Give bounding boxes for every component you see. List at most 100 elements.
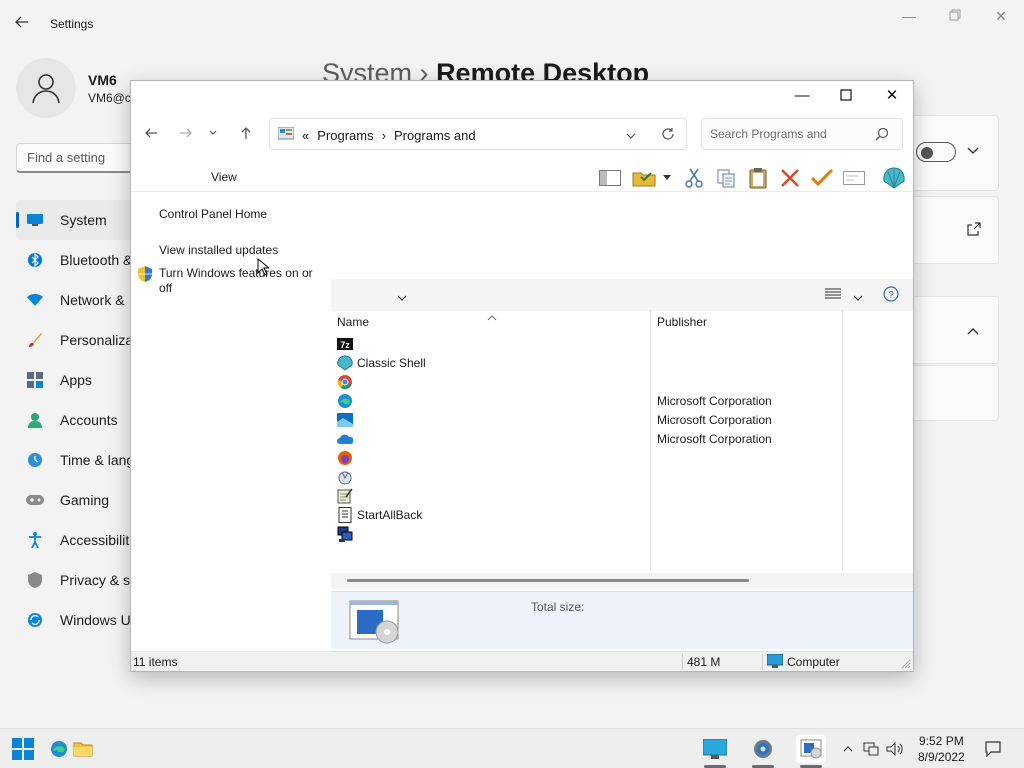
forward-arrow-icon[interactable] xyxy=(174,121,198,145)
checkmark-icon[interactable] xyxy=(809,166,835,190)
apps-icon xyxy=(26,371,44,389)
back-arrow-icon[interactable] xyxy=(14,14,34,34)
column-header-name[interactable]: Name xyxy=(337,315,369,329)
preview-pane-icon[interactable] xyxy=(597,166,623,190)
close-icon[interactable]: ✕ xyxy=(869,81,915,109)
view-options-icon[interactable] xyxy=(825,288,841,303)
nav-item-label: Network & xyxy=(60,292,125,308)
network-icon[interactable] xyxy=(860,735,882,763)
nav-item-windows-update[interactable]: Windows U xyxy=(16,600,136,640)
program-publisher: Microsoft Corporation xyxy=(657,393,772,408)
program-row[interactable] xyxy=(337,524,837,543)
program-row[interactable] xyxy=(337,372,837,391)
address-bar[interactable]: « Programs › Programs and xyxy=(269,118,687,150)
chevron-up-icon[interactable] xyxy=(838,735,858,763)
notification-icon[interactable] xyxy=(978,735,1008,763)
nav-item-label: Accounts xyxy=(60,412,118,428)
command-bar: View xyxy=(131,162,913,192)
settings-gear-icon[interactable] xyxy=(748,735,778,768)
nav-item-accounts[interactable]: Accounts xyxy=(16,400,136,440)
control-panel-home-link[interactable]: Control Panel Home xyxy=(159,207,267,221)
search-icon[interactable] xyxy=(875,127,889,144)
program-row[interactable] xyxy=(337,486,837,505)
up-arrow-icon[interactable] xyxy=(234,121,258,145)
minimize-icon[interactable]: — xyxy=(896,8,922,26)
bluetooth-icon xyxy=(26,251,44,269)
nav-item-apps[interactable]: Apps xyxy=(16,360,136,400)
program-name: StartAllBack xyxy=(357,507,423,522)
clock-icon xyxy=(26,451,44,469)
resize-grip-icon[interactable] xyxy=(901,658,911,672)
program-row[interactable]: 7z xyxy=(337,334,837,353)
minimize-icon[interactable]: — xyxy=(779,81,825,109)
programs-features-taskbar-icon[interactable] xyxy=(796,735,826,768)
paste-icon[interactable] xyxy=(745,166,771,190)
scrollbar-thumb[interactable] xyxy=(347,579,749,582)
program-row[interactable]: StartAllBack xyxy=(337,505,837,524)
close-icon[interactable]: ✕ xyxy=(988,8,1014,26)
restore-icon[interactable] xyxy=(942,8,968,26)
find-setting-input[interactable]: Find a setting xyxy=(16,143,136,173)
program-row[interactable]: Microsoft Corporation xyxy=(337,410,837,429)
column-header-publisher[interactable]: Publisher xyxy=(657,315,707,329)
nav-item-bluetooth[interactable]: Bluetooth & xyxy=(16,240,136,280)
remote-desktop-toggle[interactable] xyxy=(916,142,956,162)
rename-icon[interactable] xyxy=(841,166,867,190)
chevron-down-icon[interactable] xyxy=(966,144,980,161)
program-row[interactable] xyxy=(337,448,837,467)
start-button-icon[interactable] xyxy=(8,735,38,763)
breadcrumb-item-programs[interactable]: Programs xyxy=(317,128,373,143)
nav-item-privacy[interactable]: Privacy & se xyxy=(16,560,136,600)
cut-icon[interactable] xyxy=(681,166,707,190)
user-name: VM6 xyxy=(88,72,117,88)
recent-locations-chevron-icon[interactable] xyxy=(205,121,221,145)
settings-link-card[interactable] xyxy=(900,196,999,264)
volume-icon[interactable] xyxy=(884,735,906,763)
program-row[interactable] xyxy=(337,467,837,486)
nav-item-time-language[interactable]: Time & lang xyxy=(16,440,136,480)
list-toolbar: ? xyxy=(331,279,913,311)
expander-card[interactable] xyxy=(900,296,999,364)
file-explorer-icon[interactable] xyxy=(68,735,98,763)
status-bar: 11 items 481 M Computer xyxy=(131,651,913,671)
windows-features-link[interactable]: Turn Windows features on or off xyxy=(159,266,319,296)
copy-icon[interactable] xyxy=(713,166,739,190)
open-external-icon[interactable] xyxy=(967,222,981,239)
details-pane: Total size: xyxy=(331,591,913,649)
maximize-icon[interactable] xyxy=(823,81,869,109)
chrome-icon xyxy=(337,374,353,390)
nav-item-system[interactable]: System xyxy=(16,200,136,240)
view-menu[interactable]: View xyxy=(211,170,237,184)
clock-time: 9:52 PM xyxy=(919,734,964,748)
startallback-icon xyxy=(337,506,353,523)
program-row[interactable]: Classic Shell xyxy=(337,353,837,372)
back-arrow-icon[interactable] xyxy=(139,121,163,145)
breadcrumb-item-programs-and-features[interactable]: Programs and xyxy=(394,128,476,143)
nav-item-network[interactable]: Network & xyxy=(16,280,136,320)
search-input[interactable]: Search Programs and xyxy=(701,118,903,150)
program-row[interactable]: Microsoft Corporation xyxy=(337,391,837,410)
help-icon[interactable]: ? xyxy=(883,286,899,305)
chevron-right-icon[interactable]: › xyxy=(382,128,386,143)
remote-desktop-taskbar-icon[interactable] xyxy=(700,735,730,768)
tasks-pane: Control Panel Home View installed update… xyxy=(131,193,329,648)
view-options-chevron-icon[interactable] xyxy=(853,290,863,305)
classic-shell-icon[interactable] xyxy=(881,166,907,190)
properties-folder-icon[interactable] xyxy=(631,166,657,190)
program-row[interactable]: Microsoft Corporation xyxy=(337,429,837,448)
avatar[interactable] xyxy=(16,58,76,118)
clock[interactable]: 9:52 PM 8/9/2022 xyxy=(918,733,965,765)
nav-item-gaming[interactable]: Gaming xyxy=(16,480,136,520)
tool-icon xyxy=(337,469,353,485)
nav-item-personalization[interactable]: Personaliza xyxy=(16,320,136,360)
organize-chevron-icon[interactable] xyxy=(397,290,407,305)
gamepad-icon xyxy=(26,491,44,509)
dropdown-arrow-icon[interactable] xyxy=(659,166,675,190)
nav-item-accessibility[interactable]: Accessibilit xyxy=(16,520,136,560)
delete-icon[interactable] xyxy=(777,166,803,190)
address-dropdown-icon[interactable] xyxy=(626,129,636,144)
breadcrumb-overflow[interactable]: « xyxy=(302,128,309,143)
refresh-icon[interactable] xyxy=(661,127,675,144)
view-installed-updates-link[interactable]: View installed updates xyxy=(159,243,278,257)
chevron-up-icon[interactable] xyxy=(966,324,980,341)
